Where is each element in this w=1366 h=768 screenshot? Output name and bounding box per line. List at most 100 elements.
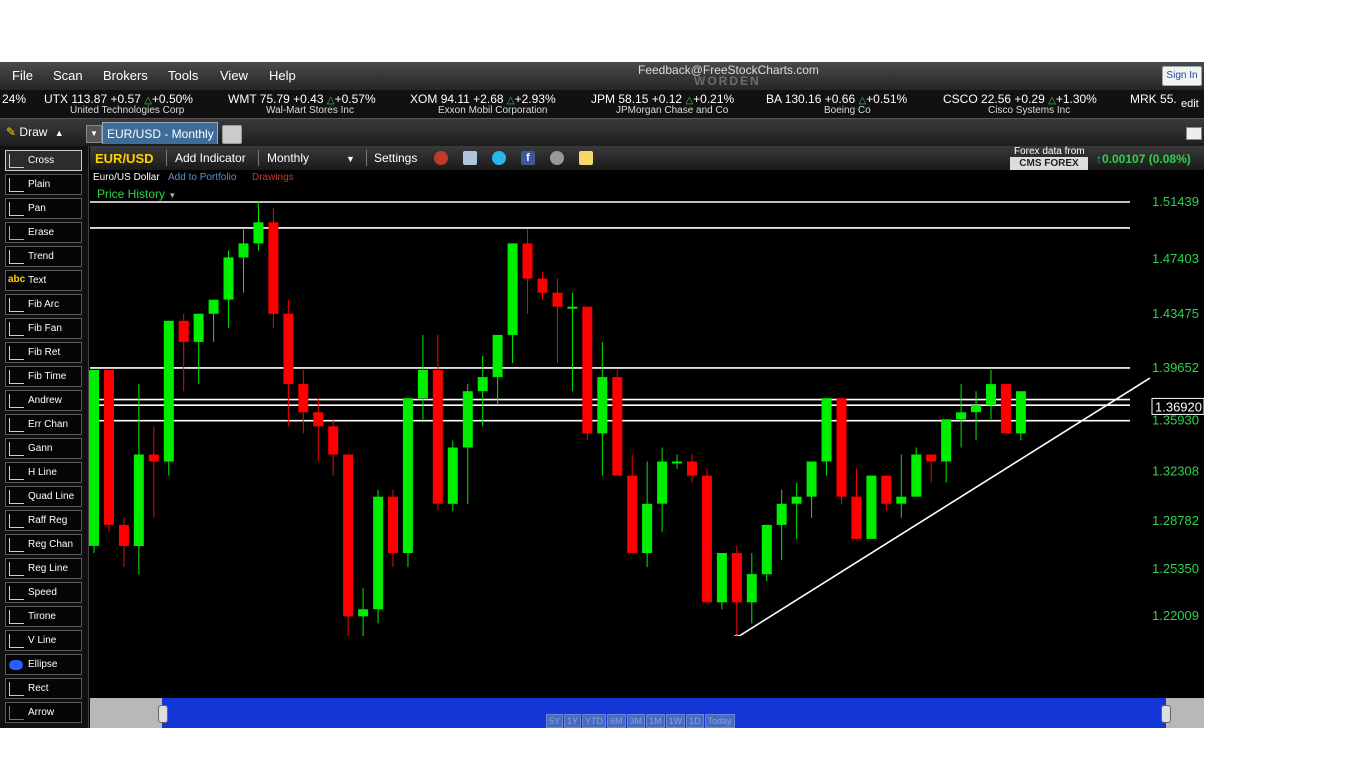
candle-body[interactable] [866,475,877,539]
candle-body[interactable] [821,398,832,462]
candle-body[interactable] [612,377,623,476]
candle-body[interactable] [836,398,847,497]
candle-body[interactable] [776,503,787,525]
tool-label: V Line [28,635,57,646]
candle-body[interactable] [567,306,578,309]
arrow-icon [9,706,24,720]
candle-body[interactable] [806,461,817,497]
candle-body[interactable] [597,377,608,434]
range-1y[interactable]: 1Y [564,714,582,728]
candle-body[interactable] [268,222,279,314]
candle-body[interactable] [343,454,354,617]
candle-body[interactable] [283,313,294,385]
ellipse-icon [9,660,23,670]
candle-body[interactable] [223,257,234,300]
candle-body[interactable] [388,496,398,553]
y-axis-tick-label: 1.28782 [1152,513,1199,528]
candle-body[interactable] [731,553,742,603]
app-window: File Scan Brokers Tools View Help Feedba… [0,62,1204,728]
range-today[interactable]: Today [704,714,735,728]
candle-body[interactable] [89,370,99,546]
candle-body[interactable] [701,475,712,603]
y-axis-tick-label: 1.22009 [1152,608,1199,623]
candle-body[interactable] [178,320,189,342]
candle-body[interactable] [926,454,937,462]
candle-body[interactable] [507,243,518,335]
range-ytd[interactable]: YTD [582,714,607,728]
y-axis-tick-label: 1.39652 [1152,360,1199,375]
candle-body[interactable] [163,320,174,462]
y-axis-tick-label: 1.47403 [1152,251,1199,266]
range-1m[interactable]: 1M [646,714,665,728]
y-axis-tick-label: 1.51439 [1152,194,1199,209]
date-navigator: 5Y 1Y YTD 6M 3M 1M 1W 1D Today [90,698,1204,728]
candle-body[interactable] [104,370,114,525]
candle-body[interactable] [358,609,369,617]
candle-body[interactable] [238,243,249,258]
candle-body[interactable] [761,524,772,575]
candle-body[interactable] [642,503,653,554]
candle-body[interactable] [627,475,638,553]
candle-body[interactable] [253,222,264,244]
candle-body[interactable] [133,454,144,547]
candle-body[interactable] [582,306,593,434]
price-chart[interactable]: 1.514391.474031.434751.396521.359301.323… [0,0,1204,636]
candle-body[interactable] [373,496,384,610]
candle-body[interactable] [971,405,981,413]
candle-body[interactable] [911,454,922,497]
candle-body[interactable] [477,377,488,392]
tool-label: Ellipse [28,659,58,670]
candle-body[interactable] [522,243,533,279]
range-6m[interactable]: 6M [607,714,626,728]
candle-body[interactable] [118,524,129,546]
candle-body[interactable] [432,370,443,504]
candle-body[interactable] [447,447,458,504]
rect-icon [9,682,24,696]
candle-body[interactable] [417,370,428,399]
candle-body[interactable] [492,334,503,378]
trend-line-handle[interactable] [734,634,740,636]
candle-body[interactable] [402,398,413,553]
candle-body[interactable] [986,384,996,406]
candle-body[interactable] [1015,391,1026,434]
candle-body[interactable] [791,496,802,504]
tool-ellipse[interactable]: Ellipse [5,654,82,675]
candle-body[interactable] [298,384,309,413]
range-1d[interactable]: 1D [686,714,704,728]
candle-body[interactable] [462,391,473,448]
v-line-icon [9,634,24,648]
candle-body[interactable] [148,454,159,462]
trend-line-drawing[interactable] [737,377,1151,636]
tool-arrow[interactable]: Arrow [5,702,82,723]
candle-body[interactable] [657,461,668,504]
candle-body[interactable] [328,426,339,455]
navigator-left-handle[interactable] [158,705,168,723]
candle-body[interactable] [687,461,697,476]
tool-label: Rect [28,683,49,694]
candle-body[interactable] [881,475,892,504]
candle-body[interactable] [552,292,563,307]
y-axis-tick-label: 1.25350 [1152,561,1199,576]
candle-body[interactable] [1000,384,1011,434]
candle-body[interactable] [851,496,862,539]
candle-body[interactable] [746,574,757,603]
y-axis-tick-label: 1.43475 [1152,306,1199,321]
candle-body[interactable] [941,419,952,462]
range-1w[interactable]: 1W [665,714,686,728]
tool-label: Arrow [28,707,55,718]
candle-body[interactable] [672,461,682,464]
y-axis-tick-label: 1.32308 [1152,463,1199,478]
current-price-label: 1.36920 [1155,399,1202,414]
range-3m[interactable]: 3M [626,714,646,728]
candle-body[interactable] [208,299,219,314]
candle-body[interactable] [956,412,967,420]
candle-body[interactable] [313,412,324,427]
candle-body[interactable] [896,496,907,504]
range-5y[interactable]: 5Y [546,714,564,728]
range-buttons: 5Y 1Y YTD 6M 3M 1M 1W 1D Today [546,713,736,728]
navigator-right-handle[interactable] [1161,705,1171,723]
tool-rect[interactable]: Rect [5,678,82,699]
candle-body[interactable] [193,313,204,342]
candle-body[interactable] [537,278,548,293]
candle-body[interactable] [716,553,727,603]
